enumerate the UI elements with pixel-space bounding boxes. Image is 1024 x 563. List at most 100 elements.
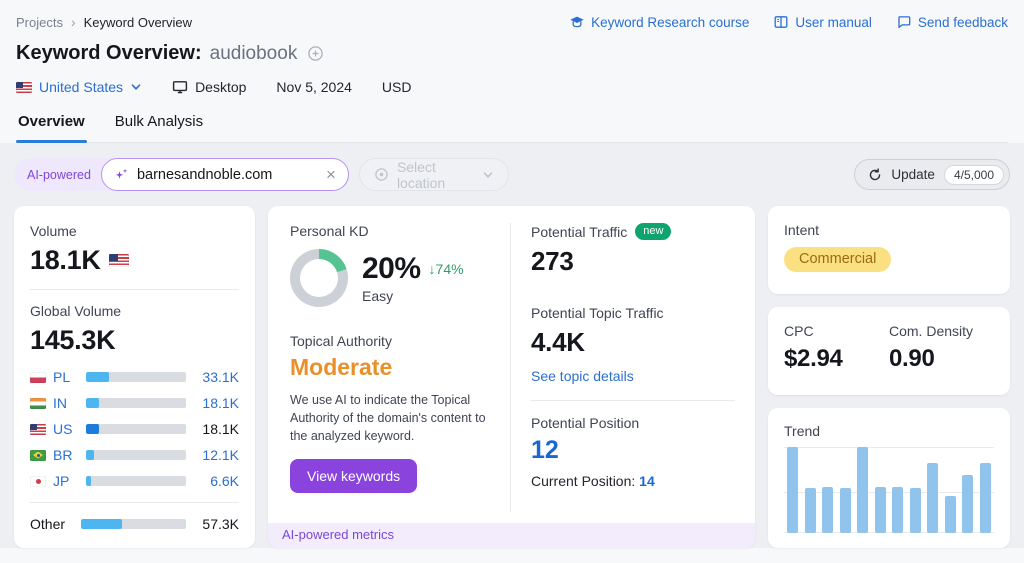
current-position-value[interactable]: 14	[639, 473, 655, 489]
country-code-link[interactable]: PL	[53, 369, 79, 385]
chevron-down-icon	[130, 81, 142, 93]
location-pin-icon	[374, 167, 389, 182]
send-feedback-link[interactable]: Send feedback	[896, 14, 1008, 30]
header-links: Keyword Research course User manual Send…	[569, 14, 1008, 30]
page-title: Keyword Overview:	[16, 42, 202, 65]
kd-delta: ↓74%	[429, 261, 464, 277]
other-volume-value: 57.3K	[193, 516, 239, 532]
country-code-link[interactable]: IN	[53, 395, 79, 411]
user-manual-link[interactable]: User manual	[773, 14, 872, 30]
potential-position-value: 12	[531, 436, 735, 465]
volume-card: Volume 18.1K Global Volume 145.3K PL 33.…	[14, 206, 255, 548]
country-volume-value[interactable]: 18.1K	[193, 395, 239, 411]
trend-label: Trend	[784, 423, 994, 439]
trend-bar	[875, 487, 886, 533]
country-volume-value[interactable]: 33.1K	[193, 369, 239, 385]
potential-topic-traffic-value: 4.4K	[531, 327, 735, 358]
country-row-current: US 18.1K	[30, 416, 239, 442]
trend-bar	[787, 447, 798, 533]
page-header: Projects › Keyword Overview Keyword Rese…	[0, 0, 1024, 143]
date-indicator: Nov 5, 2024	[276, 79, 352, 95]
toolbar: AI-powered barnesandnoble.com × Select l…	[14, 158, 1010, 191]
other-volume-row: Other 57.3K	[30, 511, 239, 537]
divider	[30, 502, 239, 503]
kd-potential-card: Personal KD 20% ↓74% Easy Topical Author…	[268, 206, 755, 548]
refresh-icon	[868, 168, 882, 182]
country-row: PL 33.1K	[30, 364, 239, 390]
update-label: Update	[891, 167, 935, 182]
country-volume-value[interactable]: 12.1K	[193, 447, 239, 463]
personal-kd-label: Personal KD	[290, 223, 490, 239]
personal-kd-column: Personal KD 20% ↓74% Easy Topical Author…	[268, 206, 510, 526]
topical-authority-label: Topical Authority	[290, 333, 490, 349]
divider	[531, 400, 735, 401]
global-volume-label: Global Volume	[30, 303, 239, 319]
graduation-cap-icon	[569, 14, 585, 30]
country-row: JP 6.6K	[30, 468, 239, 494]
cpc-label: CPC	[784, 323, 889, 339]
domain-input-value: barnesandnoble.com	[137, 167, 318, 183]
trend-bar	[980, 463, 991, 533]
country-volume-value: 18.1K	[193, 421, 239, 437]
volume-value: 18.1K	[30, 245, 101, 276]
clear-input-icon[interactable]: ×	[326, 166, 336, 183]
view-keywords-button[interactable]: View keywords	[290, 459, 417, 493]
device-indicator: Desktop	[172, 79, 246, 95]
potential-traffic-label: Potential Traffic	[531, 224, 627, 240]
database-label: United States	[39, 79, 123, 95]
country-code-link[interactable]: JP	[53, 473, 79, 489]
ai-powered-metrics-footer: AI-powered metrics	[268, 523, 755, 548]
tab-bulk-analysis[interactable]: Bulk Analysis	[113, 113, 205, 142]
update-quota: 4/5,000	[944, 165, 1004, 185]
us-flag-icon	[109, 254, 129, 267]
potential-column: Potential Traffic new 273 Potential Topi…	[511, 206, 755, 526]
desktop-icon	[172, 79, 188, 95]
see-topic-details-link[interactable]: See topic details	[531, 368, 634, 384]
chevron-right-icon: ›	[71, 14, 76, 30]
currency-indicator: USD	[382, 79, 412, 95]
breadcrumb: Projects › Keyword Overview	[16, 14, 192, 30]
ai-powered-badge: AI-powered	[27, 168, 91, 182]
country-flag-icon	[30, 476, 46, 487]
book-icon	[773, 14, 789, 30]
trend-bar	[805, 488, 816, 533]
country-volume-bar	[86, 398, 186, 408]
breadcrumb-projects[interactable]: Projects	[16, 15, 63, 30]
page-title-keyword: audiobook	[210, 43, 298, 65]
update-button[interactable]: Update 4/5,000	[854, 159, 1010, 190]
device-label: Desktop	[195, 79, 246, 95]
other-label: Other	[30, 516, 74, 532]
domain-input[interactable]: barnesandnoble.com ×	[101, 158, 349, 191]
right-column: Intent Commercial CPC $2.94 Com. Density…	[768, 206, 1010, 548]
add-keyword-icon[interactable]	[307, 45, 324, 62]
intent-label: Intent	[784, 222, 994, 238]
link-label: Send feedback	[918, 15, 1008, 30]
tabs: Overview Bulk Analysis	[16, 113, 1008, 143]
country-volume-value[interactable]: 6.6K	[193, 473, 239, 489]
filter-row: United States Desktop Nov 5, 2024 USD	[16, 79, 1008, 95]
potential-position-label: Potential Position	[531, 415, 735, 431]
topical-authority-value: Moderate	[290, 354, 490, 381]
global-volume-value: 145.3K	[30, 325, 239, 356]
us-flag-icon	[16, 82, 32, 93]
trend-bar	[945, 496, 956, 533]
kd-value: 20%	[362, 252, 421, 286]
location-placeholder: Select location	[397, 159, 474, 191]
location-selector[interactable]: Select location	[359, 158, 509, 191]
country-code-link[interactable]: US	[53, 421, 79, 437]
keyword-research-course-link[interactable]: Keyword Research course	[569, 14, 749, 30]
competitive-density-value: 0.90	[889, 345, 994, 373]
trend-bar	[840, 488, 851, 533]
potential-topic-traffic-label: Potential Topic Traffic	[531, 305, 735, 321]
country-flag-icon	[30, 424, 46, 435]
other-volume-bar	[81, 519, 186, 529]
database-selector[interactable]: United States	[16, 79, 142, 95]
country-volume-bar	[86, 424, 186, 434]
trend-bar	[822, 487, 833, 533]
country-code-link[interactable]: BR	[53, 447, 79, 463]
breadcrumb-current: Keyword Overview	[84, 15, 192, 30]
intent-commercial-badge[interactable]: Commercial	[784, 247, 891, 272]
tab-overview[interactable]: Overview	[16, 113, 87, 142]
country-row: IN 18.1K	[30, 390, 239, 416]
cards-grid: Volume 18.1K Global Volume 145.3K PL 33.…	[14, 206, 1010, 548]
